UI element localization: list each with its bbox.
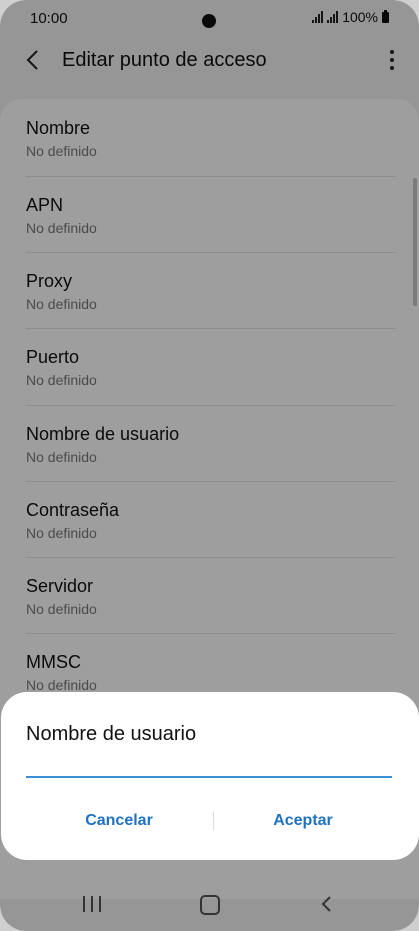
accept-button[interactable]: Aceptar	[228, 804, 378, 838]
phone-screen: 10:00 100% Editar punto de acceso Nombre…	[0, 0, 419, 931]
button-separator	[213, 812, 214, 830]
username-input[interactable]	[26, 742, 392, 778]
cancel-button[interactable]: Cancelar	[44, 804, 194, 838]
